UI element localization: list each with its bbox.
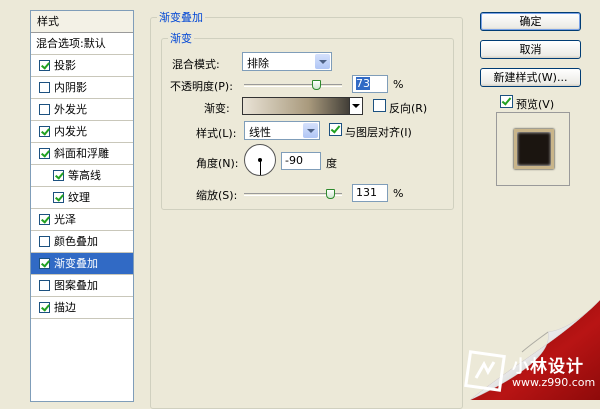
style-item-label: 投影 (54, 59, 76, 72)
style-list-header: 样式 (31, 11, 133, 33)
opacity-slider-track[interactable] (244, 84, 342, 87)
style-item-label: 颜色叠加 (54, 235, 98, 248)
watermark-url: www.z990.com (512, 376, 596, 389)
style-list-item[interactable]: 外发光 (31, 99, 133, 121)
style-list-item[interactable]: 斜面和浮雕 (31, 143, 133, 165)
style-checkbox[interactable] (39, 258, 50, 269)
style-item-label: 光泽 (54, 213, 76, 226)
style-item-label: 内阴影 (54, 81, 87, 94)
style-list-item[interactable]: 内阴影 (31, 77, 133, 99)
style-item-label: 斜面和浮雕 (54, 147, 109, 160)
style-checkbox[interactable] (39, 104, 50, 115)
preview-checkbox[interactable] (500, 95, 513, 108)
angle-needle (260, 160, 261, 175)
style-list-item[interactable]: 纹理 (31, 187, 133, 209)
angle-dial[interactable] (244, 144, 276, 176)
opacity-input[interactable]: 73 (352, 75, 388, 93)
style-checkbox[interactable] (39, 82, 50, 93)
opacity-unit: % (393, 78, 404, 91)
angle-unit: 度 (326, 157, 337, 170)
align-with-layer-label: 与图层对齐(I) (345, 126, 412, 139)
style-list: 样式 混合选项:默认 投影内阴影外发光内发光斜面和浮雕等高线纹理光泽颜色叠加渐变… (30, 10, 134, 402)
angle-input[interactable]: -90 (281, 152, 321, 170)
style-list-item[interactable]: 等高线 (31, 165, 133, 187)
style-checkbox[interactable] (39, 280, 50, 291)
curl-shadow (521, 331, 549, 353)
scale-slider-thumb[interactable] (325, 189, 335, 199)
opacity-slider-thumb[interactable] (311, 80, 321, 90)
style-list-item[interactable]: 渐变叠加 (31, 253, 133, 275)
chevron-down-icon[interactable] (349, 98, 362, 114)
style-list-item[interactable]: 光泽 (31, 209, 133, 231)
style-value: 线性 (249, 126, 271, 139)
style-checkbox[interactable] (53, 192, 64, 203)
new-style-button[interactable]: 新建样式(W)... (480, 68, 581, 87)
ok-button[interactable]: 确定 (480, 12, 581, 31)
style-item-label: 渐变叠加 (54, 257, 98, 270)
style-preview-box (496, 112, 570, 186)
reverse-checkbox[interactable] (373, 99, 386, 112)
align-with-layer-checkbox[interactable] (329, 123, 342, 136)
style-checkbox[interactable] (39, 148, 50, 159)
blend-mode-label: 混合模式: (172, 58, 220, 71)
style-list-item[interactable]: 投影 (31, 55, 133, 77)
blend-mode-select[interactable]: 排除 (242, 52, 332, 71)
blend-options-item[interactable]: 混合选项:默认 (31, 33, 133, 55)
style-item-label: 等高线 (68, 169, 101, 182)
gradient-label: 渐变: (204, 102, 230, 115)
style-checkbox[interactable] (39, 126, 50, 137)
style-item-label: 外发光 (54, 103, 87, 116)
chevron-down-icon (303, 123, 318, 138)
scale-unit: % (393, 187, 404, 200)
reverse-label: 反向(R) (389, 102, 428, 115)
style-item-label: 纹理 (68, 191, 90, 204)
style-list-item[interactable]: 内发光 (31, 121, 133, 143)
style-item-label: 描边 (54, 301, 76, 314)
watermark-name: 小林设计 (512, 357, 584, 377)
cancel-button[interactable]: 取消 (480, 40, 581, 59)
preview-label: 预览(V) (516, 98, 555, 111)
chevron-down-icon (315, 54, 330, 69)
style-list-item[interactable]: 颜色叠加 (31, 231, 133, 253)
style-checkbox[interactable] (39, 214, 50, 225)
style-list-item[interactable]: 图案叠加 (31, 275, 133, 297)
style-label: 样式(L): (196, 127, 237, 140)
style-checkbox[interactable] (39, 302, 50, 313)
style-item-label: 图案叠加 (54, 279, 98, 292)
logo-icon (464, 350, 506, 392)
style-item-label: 内发光 (54, 125, 87, 138)
scale-input[interactable]: 131 (352, 184, 388, 202)
angle-center-dot (258, 158, 262, 162)
layer-style-dialog: 样式 混合选项:默认 投影 内阴影 外发光 内发光 斜面和浮雕 等高线 纹理 光泽 颜色叠加 渐变… (0, 0, 600, 409)
style-checkbox[interactable] (53, 170, 64, 181)
scale-label: 缩放(S): (196, 189, 238, 202)
style-preview-swatch (514, 129, 554, 169)
opacity-label: 不透明度(P): (170, 80, 233, 93)
style-select[interactable]: 线性 (244, 121, 320, 140)
style-list-item[interactable]: 描边 (31, 297, 133, 319)
subgroup-title: 渐变 (168, 30, 194, 46)
angle-label: 角度(N): (196, 157, 239, 170)
style-checkbox[interactable] (39, 236, 50, 247)
gradient-picker[interactable] (242, 97, 363, 115)
style-checkbox[interactable] (39, 60, 50, 71)
group-title: 渐变叠加 (157, 9, 205, 25)
blend-mode-value: 排除 (247, 57, 269, 70)
